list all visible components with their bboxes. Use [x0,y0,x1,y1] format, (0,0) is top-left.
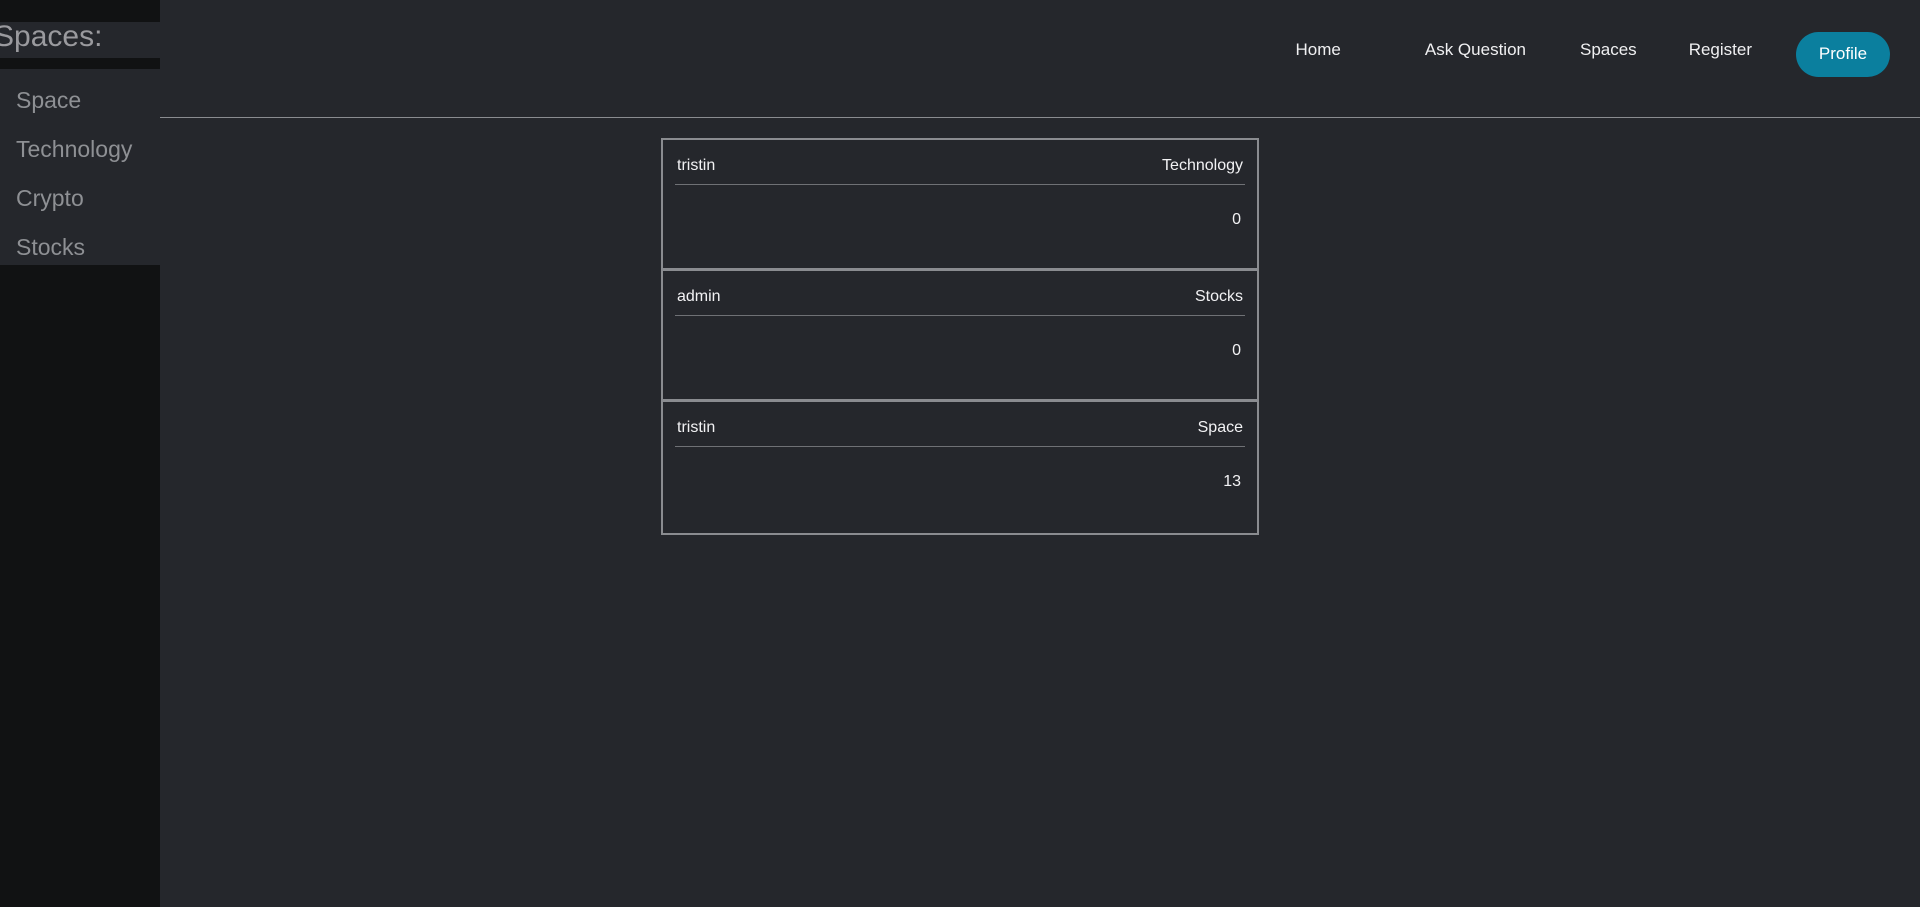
sidebar: Spaces: Space Technology Crypto Stocks [0,0,160,907]
top-navigation-bar: Home Ask Question Spaces Register Profil… [160,0,1920,118]
sidebar-item-space[interactable]: Space [0,76,160,125]
sidebar-strip-top [0,0,160,22]
table-row[interactable]: tristin Space 13 [663,402,1257,533]
card-header: admin Stocks [675,271,1245,316]
card-count: 0 [1232,342,1241,359]
sidebar-space-list: Space Technology Crypto Stocks [0,76,160,272]
card-body: 0 [675,316,1245,360]
card-count: 0 [1232,211,1241,228]
sidebar-item-technology[interactable]: Technology [0,125,160,174]
card-space-name: Technology [1162,157,1243,174]
sidebar-heading: Spaces: [0,20,103,53]
nav-links: Home Ask Question Spaces Register Profil… [1294,0,1890,100]
card-count: 13 [1223,473,1241,490]
nav-link-spaces[interactable]: Spaces [1578,34,1639,66]
nav-link-register[interactable]: Register [1687,34,1754,66]
sidebar-item-label: Crypto [16,185,84,211]
sidebar-item-label: Space [16,87,82,113]
page-root: Spaces: Space Technology Crypto Stocks H… [0,0,1920,907]
nav-link-home[interactable]: Home [1294,34,1343,66]
card-author: tristin [677,419,716,436]
sidebar-item-label: Stocks [16,234,86,260]
sidebar-item-stocks[interactable]: Stocks [0,223,160,272]
main-content: tristin Technology 0 admin Stocks 0 tris… [160,118,1920,907]
card-body: 13 [675,447,1245,491]
profile-button[interactable]: Profile [1796,31,1890,77]
card-author: admin [677,288,721,305]
sidebar-item-crypto[interactable]: Crypto [0,174,160,223]
card-body: 0 [675,185,1245,229]
sidebar-item-label: Technology [16,136,133,162]
card-author: tristin [677,157,716,174]
table-row[interactable]: admin Stocks 0 [663,271,1257,402]
card-header: tristin Space [675,402,1245,447]
card-space-name: Stocks [1194,288,1243,305]
table-row[interactable]: tristin Technology 0 [663,140,1257,271]
card-space-name: Space [1197,419,1243,436]
question-card-list: tristin Technology 0 admin Stocks 0 tris… [661,138,1259,535]
nav-link-ask-question[interactable]: Ask Question [1423,34,1528,66]
card-header: tristin Technology [675,140,1245,185]
sidebar-strip-middle [0,58,160,69]
